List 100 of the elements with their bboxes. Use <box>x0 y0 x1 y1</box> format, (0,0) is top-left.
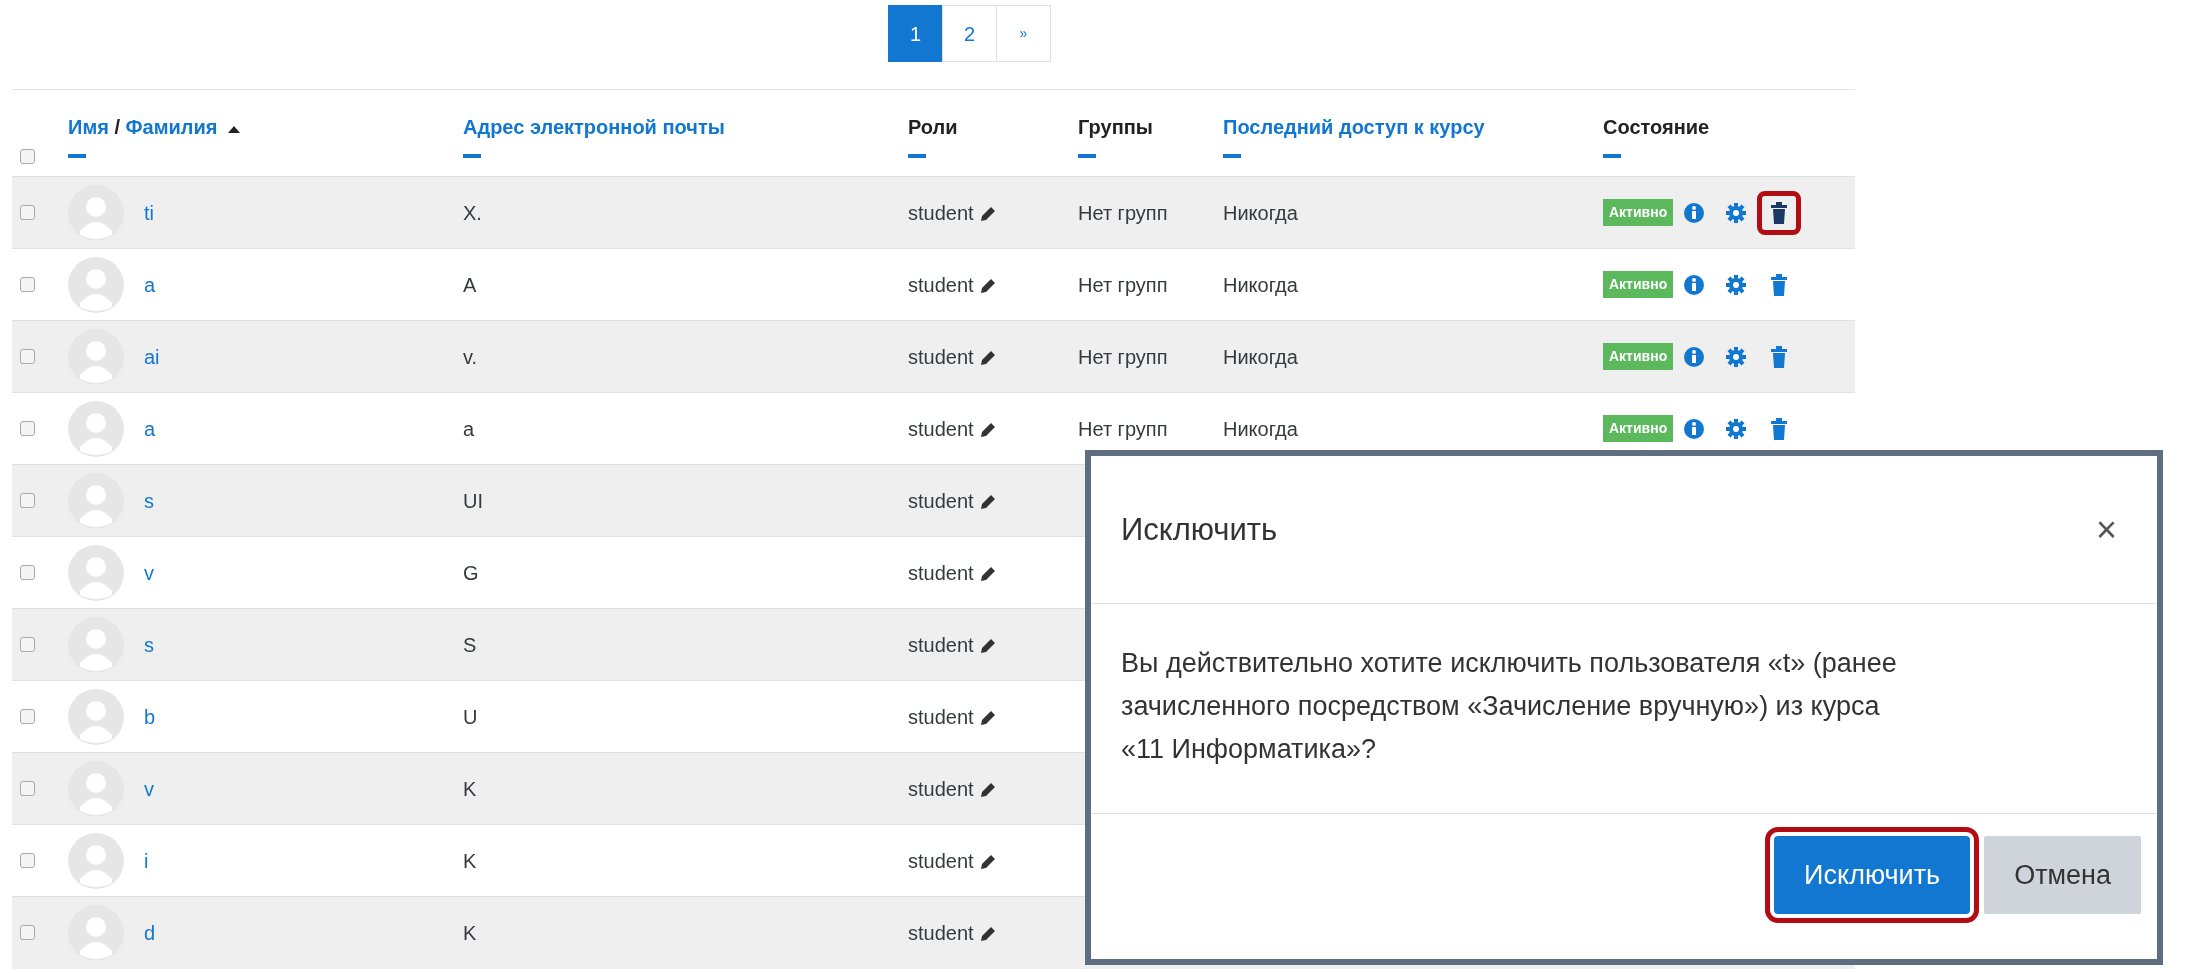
info-icon[interactable] <box>1683 417 1706 440</box>
page-link[interactable]: 1 <box>888 5 943 62</box>
user-name-link[interactable]: a <box>144 413 156 444</box>
avatar-icon <box>68 688 124 745</box>
groups-text: Нет групп <box>1078 417 1168 440</box>
role-text: student <box>908 921 974 944</box>
status-badge: Активно <box>1603 271 1674 298</box>
email-text: K <box>463 777 477 800</box>
pencil-icon[interactable] <box>979 421 998 440</box>
info-icon[interactable] <box>1683 345 1706 368</box>
avatar-icon <box>68 616 124 673</box>
role-text: student <box>908 777 974 800</box>
user-name-link[interactable]: a <box>144 269 156 300</box>
pencil-icon[interactable] <box>979 205 998 224</box>
user-name-link[interactable]: s <box>144 629 154 660</box>
trash-icon[interactable] <box>1770 201 1789 224</box>
email-text: K <box>463 849 477 872</box>
info-icon[interactable] <box>1683 201 1706 224</box>
user-name-link[interactable]: ti <box>144 197 154 228</box>
sort-link[interactable]: Имя <box>68 116 109 138</box>
select-all-checkbox[interactable] <box>20 149 35 164</box>
sort-link[interactable]: Фамилия <box>125 116 218 138</box>
settings-icon[interactable] <box>1725 201 1748 224</box>
row-checkbox[interactable] <box>20 276 35 292</box>
email-text: S <box>463 633 477 656</box>
pencil-icon[interactable] <box>979 925 998 944</box>
column-header: Состояние <box>1603 116 1710 138</box>
row-checkbox[interactable] <box>20 564 35 580</box>
info-icon[interactable] <box>1683 273 1706 296</box>
email-text: v. <box>463 345 478 368</box>
pencil-icon[interactable] <box>979 637 998 656</box>
role-text: student <box>908 633 974 656</box>
row-checkbox[interactable] <box>20 708 35 724</box>
page-link[interactable]: » <box>996 5 1051 62</box>
pencil-icon[interactable] <box>979 277 998 296</box>
cancel-button[interactable]: Отмена <box>1984 836 2141 914</box>
user-name-link[interactable]: b <box>144 701 156 732</box>
avatar-icon <box>68 472 124 529</box>
email-text: A <box>463 273 477 296</box>
settings-icon[interactable] <box>1725 417 1748 440</box>
avatar-icon <box>68 328 124 385</box>
last-access-text: Никогда <box>1223 345 1298 368</box>
avatar-icon <box>68 832 124 889</box>
role-text: student <box>908 201 974 224</box>
avatar-icon <box>68 184 124 241</box>
user-name-link[interactable]: v <box>144 773 154 804</box>
pencil-icon[interactable] <box>979 709 998 728</box>
settings-icon[interactable] <box>1725 345 1748 368</box>
trash-icon[interactable] <box>1770 417 1789 440</box>
user-name-link[interactable]: v <box>144 557 154 588</box>
email-text: a <box>463 417 475 440</box>
sort-link[interactable]: Адрес электронной почты <box>463 116 725 138</box>
status-badge: Активно <box>1603 415 1674 442</box>
email-text: X. <box>463 201 482 224</box>
row-checkbox[interactable] <box>20 348 35 364</box>
row-checkbox[interactable] <box>20 420 35 436</box>
row-checkbox[interactable] <box>20 492 35 508</box>
groups-text: Нет групп <box>1078 273 1168 296</box>
row-checkbox[interactable] <box>20 924 35 940</box>
email-text: G <box>463 561 479 584</box>
row-checkbox[interactable] <box>20 204 35 220</box>
email-text: U <box>463 705 478 728</box>
groups-text: Нет групп <box>1078 201 1168 224</box>
pencil-icon[interactable] <box>979 349 998 368</box>
column-header: Роли <box>908 116 958 138</box>
last-access-text: Никогда <box>1223 273 1298 296</box>
email-text: UI <box>463 489 483 512</box>
last-access-text: Никогда <box>1223 201 1298 224</box>
user-name-link[interactable]: s <box>144 485 154 516</box>
pencil-icon[interactable] <box>979 781 998 800</box>
user-name-link[interactable]: ai <box>144 341 160 372</box>
role-text: student <box>908 489 974 512</box>
pencil-icon[interactable] <box>979 493 998 512</box>
pencil-icon[interactable] <box>979 565 998 584</box>
role-text: student <box>908 849 974 872</box>
close-button[interactable]: × <box>2091 511 2121 548</box>
avatar-icon <box>68 904 124 961</box>
status-badge: Активно <box>1603 343 1674 370</box>
user-name-link[interactable]: i <box>144 845 149 876</box>
settings-icon[interactable] <box>1725 273 1748 296</box>
dialog-message: Вы действительно хотите исключить пользователя «t» (ранее зачисленного посредством «Зачисление вручную») из курса «11 Информатика»? <box>1121 647 1898 767</box>
role-text: student <box>908 273 974 296</box>
avatar-icon <box>68 760 124 817</box>
pencil-icon[interactable] <box>979 853 998 872</box>
avatar-icon <box>68 544 124 601</box>
row-checkbox[interactable] <box>20 780 35 796</box>
groups-text: Нет групп <box>1078 345 1168 368</box>
role-text: student <box>908 417 974 440</box>
column-header: Группы <box>1078 116 1153 138</box>
dialog-title: Исключить <box>1121 510 1278 549</box>
row-checkbox[interactable] <box>20 636 35 652</box>
status-badge: Активно <box>1603 199 1674 226</box>
role-text: student <box>908 345 974 368</box>
trash-icon[interactable] <box>1770 273 1789 296</box>
user-name-link[interactable]: d <box>144 917 156 948</box>
row-checkbox[interactable] <box>20 852 35 868</box>
last-access-text: Никогда <box>1223 417 1298 440</box>
sort-link[interactable]: Последний доступ к курсу <box>1223 116 1485 138</box>
role-text: student <box>908 705 974 728</box>
page-link[interactable]: 2 <box>942 5 997 62</box>
